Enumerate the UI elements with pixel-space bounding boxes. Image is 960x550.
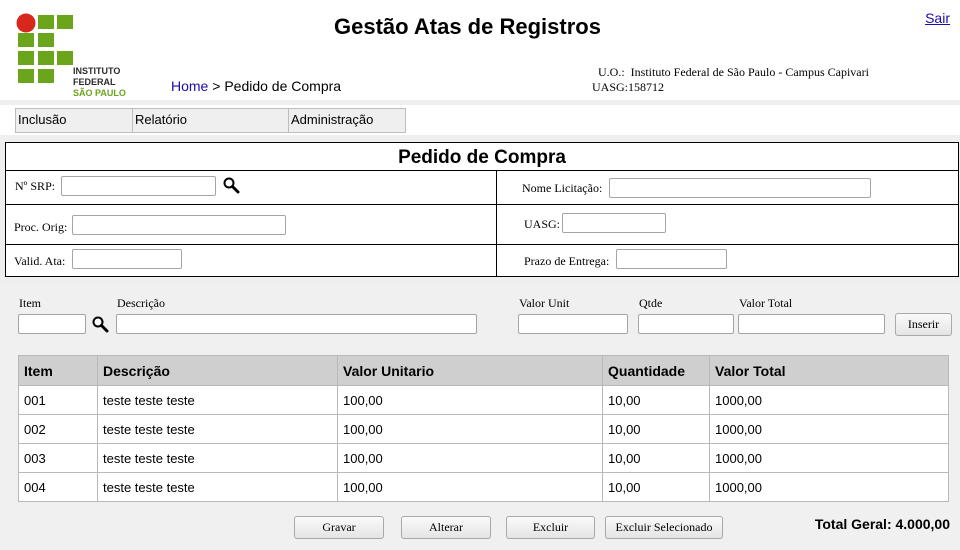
cell-item: 003 (18, 443, 98, 473)
descricao-input[interactable] (116, 314, 477, 334)
cell-valor-total: 1000,00 (709, 472, 949, 502)
qtde-label: Qtde (639, 296, 663, 310)
app-title: Gestão Atas de Registros (334, 14, 601, 39)
proc-orig-label: Proc. Orig: (14, 220, 68, 234)
header-uasg-label: UASG: (592, 80, 629, 94)
cell-descricao: teste teste teste (97, 414, 338, 444)
gravar-button[interactable]: Gravar (294, 516, 384, 539)
cell-valor-total: 1000,00 (709, 443, 949, 473)
table-row[interactable]: 004 teste teste teste 100,00 10,00 1000,… (18, 472, 949, 502)
valid-ata-label: Valid. Ata: (14, 254, 66, 268)
cell-descricao: teste teste teste (97, 385, 338, 415)
divider (6, 204, 958, 205)
cell-valor-total: 1000,00 (709, 414, 949, 444)
valor-unit-label: Valor Unit (519, 296, 570, 310)
table-row[interactable]: 003 teste teste teste 100,00 10,00 1000,… (18, 443, 949, 473)
header: INSTITUTO FEDERAL SÃO PAULO Gestão Atas … (0, 0, 960, 100)
nome-licitacao-label: Nome Licitação: (522, 181, 603, 195)
cell-item: 001 (18, 385, 98, 415)
proc-orig-input[interactable] (72, 215, 286, 235)
institution-logo: INSTITUTO FEDERAL SÃO PAULO (15, 12, 159, 98)
cell-valor-unitario: 100,00 (337, 385, 603, 415)
breadcrumb: Home > Pedido de Compra (171, 78, 341, 94)
cell-valor-unitario: 100,00 (337, 414, 603, 444)
menu-administracao[interactable]: Administração (288, 108, 406, 133)
col-header-quantidade[interactable]: Quantidade (602, 355, 710, 386)
cell-quantidade: 10,00 (602, 443, 710, 473)
table-row[interactable]: 001 teste teste teste 100,00 10,00 1000,… (18, 385, 949, 415)
cell-valor-unitario: 100,00 (337, 443, 603, 473)
menu-inclusao[interactable]: Inclusão (15, 108, 133, 133)
cell-quantidade: 10,00 (602, 472, 710, 502)
item-input[interactable] (18, 314, 86, 334)
descricao-label: Descrição (117, 296, 165, 310)
unit-info: U.O.: Instituto Federal de São Paulo - C… (592, 65, 869, 95)
uasg-label: UASG: (524, 217, 561, 231)
nome-licitacao-input[interactable] (609, 178, 871, 198)
srp-search-icon[interactable] (222, 176, 240, 194)
srp-input[interactable] (61, 176, 216, 196)
qtde-input[interactable] (638, 314, 734, 334)
excluir-button[interactable]: Excluir (506, 516, 595, 539)
breadcrumb-home-link[interactable]: Home (171, 78, 208, 94)
uasg-input[interactable] (562, 213, 666, 233)
logo-text: INSTITUTO FEDERAL SÃO PAULO (73, 66, 159, 99)
valor-total-input[interactable] (738, 314, 885, 334)
col-header-item[interactable]: Item (18, 355, 98, 386)
item-search-icon[interactable] (91, 315, 109, 333)
cell-item: 004 (18, 472, 98, 502)
cell-quantidade: 10,00 (602, 414, 710, 444)
prazo-entrega-input[interactable] (616, 249, 727, 269)
inserir-button[interactable]: Inserir (895, 313, 952, 336)
total-geral: Total Geral: 4.000,00 (814, 516, 950, 532)
table-row[interactable]: 002 teste teste teste 100,00 10,00 1000,… (18, 414, 949, 444)
divider (496, 171, 497, 277)
items-area: Item Descrição Valor Unit Qtde Valor Tot… (0, 285, 960, 550)
item-label: Item (19, 296, 41, 310)
cell-quantidade: 10,00 (602, 385, 710, 415)
cell-item: 002 (18, 414, 98, 444)
excluir-selecionado-button[interactable]: Excluir Selecionado (605, 516, 723, 539)
menu-bar: Inclusão Relatório Administração (0, 105, 960, 135)
cell-descricao: teste teste teste (97, 472, 338, 502)
cell-valor-unitario: 100,00 (337, 472, 603, 502)
table-header-row: Item Descrição Valor Unitario Quantidade… (18, 355, 949, 386)
prazo-entrega-label: Prazo de Entrega: (524, 254, 610, 268)
header-uasg-value: 158712 (628, 80, 665, 94)
valor-total-label: Valor Total (739, 296, 793, 310)
col-header-valor-total[interactable]: Valor Total (709, 355, 949, 386)
menu-relatorio[interactable]: Relatório (132, 108, 289, 133)
logo-line2: SÃO PAULO (73, 88, 126, 98)
breadcrumb-separator: > (208, 78, 225, 94)
cell-descricao: teste teste teste (97, 443, 338, 473)
uo-value: Instituto Federal de São Paulo - Campus … (630, 65, 869, 79)
pedido-form-panel: Pedido de Compra Nº SRP: Nome Licitação:… (5, 142, 959, 277)
divider (6, 170, 958, 171)
alterar-button[interactable]: Alterar (401, 516, 491, 539)
uo-label: U.O.: (598, 65, 625, 79)
divider (6, 244, 958, 245)
items-table: Item Descrição Valor Unitario Quantidade… (18, 355, 949, 502)
valor-unit-input[interactable] (518, 314, 628, 334)
breadcrumb-current: Pedido de Compra (224, 78, 342, 94)
col-header-descricao[interactable]: Descrição (97, 355, 338, 386)
srp-label: Nº SRP: (15, 179, 56, 193)
form-title: Pedido de Compra (398, 147, 566, 168)
valid-ata-input[interactable] (72, 249, 182, 269)
logout-link[interactable]: Sair (925, 10, 950, 26)
cell-valor-total: 1000,00 (709, 385, 949, 415)
logo-line1: INSTITUTO FEDERAL (73, 66, 121, 87)
col-header-valor-unitario[interactable]: Valor Unitario (337, 355, 603, 386)
